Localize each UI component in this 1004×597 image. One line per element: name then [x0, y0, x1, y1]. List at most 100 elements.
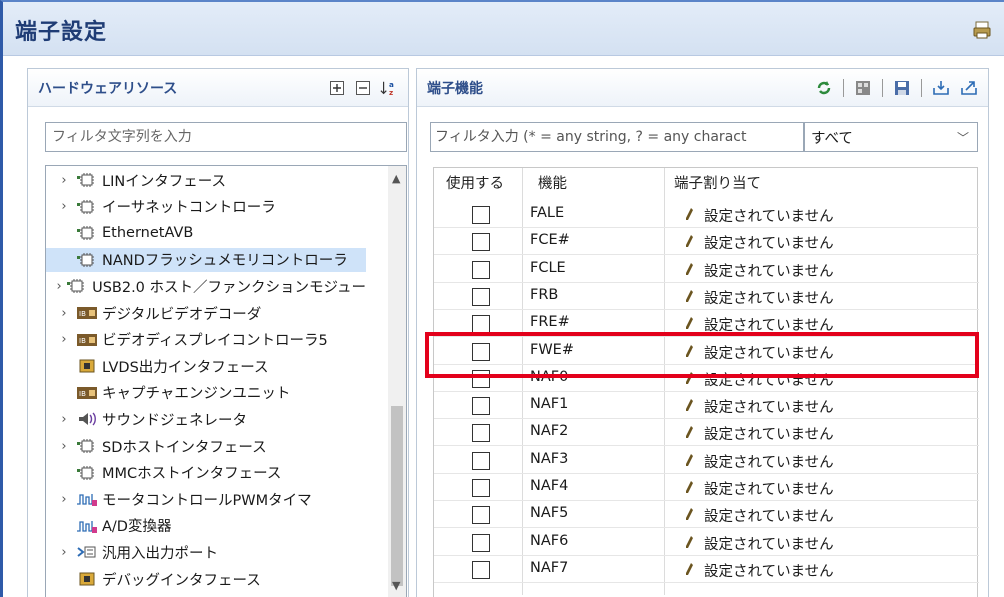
- pin-assign-value[interactable]: 設定されていません: [704, 478, 834, 499]
- use-checkbox[interactable]: [472, 451, 490, 470]
- tree-item-label: 汎用入出力ポート: [102, 545, 218, 562]
- tree-item[interactable]: デバッグインタフェース: [46, 567, 366, 591]
- hardware-filter-input[interactable]: [45, 122, 407, 152]
- use-checkbox[interactable]: [472, 397, 490, 416]
- scroll-down-icon[interactable]: ▼: [392, 579, 400, 592]
- table-row[interactable]: NAF7 設定されていません: [434, 557, 979, 583]
- function-name: NAF2: [530, 423, 569, 440]
- chevron-right-icon[interactable]: ›: [56, 332, 72, 347]
- tree-item[interactable]: IB キャプチャエンジンユニット: [46, 381, 366, 405]
- pin-assign-value[interactable]: 設定されていません: [704, 232, 834, 253]
- expand-all-button[interactable]: [328, 79, 346, 97]
- pencil-icon[interactable]: [684, 398, 694, 412]
- tree-item[interactable]: › イーサネットコントローラ: [46, 195, 366, 219]
- pin-assign-value[interactable]: 設定されていません: [704, 505, 834, 526]
- pin-assign-value[interactable]: 設定されていません: [704, 451, 834, 472]
- pencil-icon[interactable]: [684, 262, 694, 276]
- tree-item[interactable]: EthernetAVB: [46, 221, 366, 245]
- scroll-up-icon[interactable]: ▲: [392, 172, 400, 185]
- tree-item[interactable]: › IB デジタルビデオデコーダ: [46, 301, 366, 325]
- chevron-right-icon[interactable]: ›: [56, 412, 72, 427]
- tree-item[interactable]: › USB2.0 ホスト／ファンクションモジュー: [46, 274, 366, 298]
- column-header-function[interactable]: 機能: [538, 168, 567, 200]
- pencil-icon[interactable]: [684, 289, 694, 303]
- pin-assign-value[interactable]: 設定されていません: [704, 205, 834, 226]
- tree-item[interactable]: LVDS出力インタフェース: [46, 354, 366, 378]
- pencil-icon[interactable]: [684, 535, 694, 549]
- table-row[interactable]: FALE 設定されていません: [434, 202, 979, 228]
- pencil-icon[interactable]: [684, 507, 694, 521]
- tree-item[interactable]: A/D変換器: [46, 514, 366, 538]
- scroll-thumb[interactable]: [391, 406, 403, 586]
- use-checkbox[interactable]: [472, 479, 490, 497]
- function-filter-input[interactable]: [430, 122, 804, 152]
- chevron-right-icon[interactable]: ›: [56, 279, 62, 294]
- use-checkbox[interactable]: [472, 560, 490, 579]
- pin-assign-value[interactable]: 設定されていません: [704, 260, 834, 281]
- function-name: FCE#: [530, 232, 570, 249]
- chevron-right-icon[interactable]: ›: [56, 545, 72, 560]
- pin-assign-value[interactable]: 設定されていません: [704, 533, 834, 554]
- scope-dropdown[interactable]: すべて ﹀: [804, 122, 978, 152]
- tree-item[interactable]: › サウンドジェネレータ: [46, 407, 366, 431]
- table-row[interactable]: FCE# 設定されていません: [434, 229, 979, 256]
- tree-item[interactable]: › 汎用入出力ポート: [46, 540, 366, 564]
- chip-icon: [66, 278, 88, 294]
- use-checkbox[interactable]: [472, 260, 490, 279]
- chevron-right-icon[interactable]: ›: [56, 306, 72, 321]
- use-checkbox[interactable]: [472, 206, 490, 224]
- video-icon: IB: [76, 385, 98, 401]
- chevron-right-icon[interactable]: ›: [56, 439, 72, 454]
- table-row[interactable]: FRB 設定されていません: [434, 284, 979, 310]
- table-row[interactable]: NAF6 設定されていません: [434, 530, 979, 556]
- use-checkbox[interactable]: [472, 287, 490, 306]
- sort-button[interactable]: az: [380, 79, 398, 97]
- pencil-icon[interactable]: [684, 234, 694, 248]
- refresh-button[interactable]: [815, 79, 833, 97]
- export-button[interactable]: [960, 79, 978, 97]
- pin-assign-value[interactable]: 設定されていません: [704, 287, 834, 308]
- print-icon[interactable]: [972, 20, 992, 40]
- collapse-all-button[interactable]: [354, 79, 372, 97]
- table-row[interactable]: NAF1 設定されていません: [434, 393, 979, 420]
- pencil-icon[interactable]: [684, 453, 694, 467]
- pencil-icon[interactable]: [684, 316, 694, 330]
- tree-item[interactable]: › SDホストインタフェース: [46, 434, 366, 458]
- table-row[interactable]: FCLE 設定されていません: [434, 257, 979, 283]
- video-icon: IB: [76, 332, 98, 348]
- save-button[interactable]: [893, 79, 911, 97]
- pin-assign-value[interactable]: 設定されていません: [704, 396, 834, 417]
- use-checkbox[interactable]: [472, 315, 490, 334]
- chevron-right-icon[interactable]: ›: [56, 492, 72, 507]
- import-button[interactable]: [932, 79, 950, 97]
- tree-item[interactable]: › モータコントロールPWMタイマ: [46, 487, 366, 511]
- grid-button[interactable]: [854, 79, 872, 97]
- pencil-icon[interactable]: [684, 425, 694, 439]
- tree-item[interactable]: › LINインタフェース: [46, 168, 366, 192]
- function-name: NAF7: [530, 559, 569, 576]
- pencil-icon[interactable]: [684, 480, 694, 494]
- table-row[interactable]: NAF3 設定されていません: [434, 448, 979, 474]
- use-checkbox[interactable]: [472, 424, 490, 443]
- pencil-icon[interactable]: [684, 562, 694, 576]
- panel-toolbar: [815, 79, 978, 97]
- tree-item[interactable]: NANDフラッシュメモリコントローラ: [46, 247, 366, 272]
- function-name: NAF3: [530, 450, 569, 467]
- table-row[interactable]: NAF5 設定されていません: [434, 502, 979, 529]
- tree-item-label: LVDS出力インタフェース: [102, 359, 269, 376]
- tree-item[interactable]: › IB ビデオディスプレイコントローラ5: [46, 328, 366, 352]
- table-row[interactable]: NAF2 設定されていません: [434, 420, 979, 447]
- table-row[interactable]: NAF4 設定されていません: [434, 475, 979, 501]
- pin-assign-value[interactable]: 設定されていません: [704, 423, 834, 444]
- chevron-right-icon[interactable]: ›: [56, 173, 72, 188]
- column-header-use[interactable]: 使用する: [446, 168, 504, 200]
- pin-assign-value[interactable]: 設定されていません: [704, 560, 834, 581]
- column-header-assign[interactable]: 端子割り当て: [674, 168, 761, 200]
- tree-item[interactable]: MMCホストインタフェース: [46, 461, 366, 485]
- tree-scrollbar[interactable]: ▲ ▼: [388, 166, 406, 597]
- use-checkbox[interactable]: [472, 233, 490, 252]
- chevron-right-icon[interactable]: ›: [56, 199, 72, 214]
- pencil-icon[interactable]: [684, 207, 694, 221]
- use-checkbox[interactable]: [472, 533, 490, 552]
- use-checkbox[interactable]: [472, 506, 490, 525]
